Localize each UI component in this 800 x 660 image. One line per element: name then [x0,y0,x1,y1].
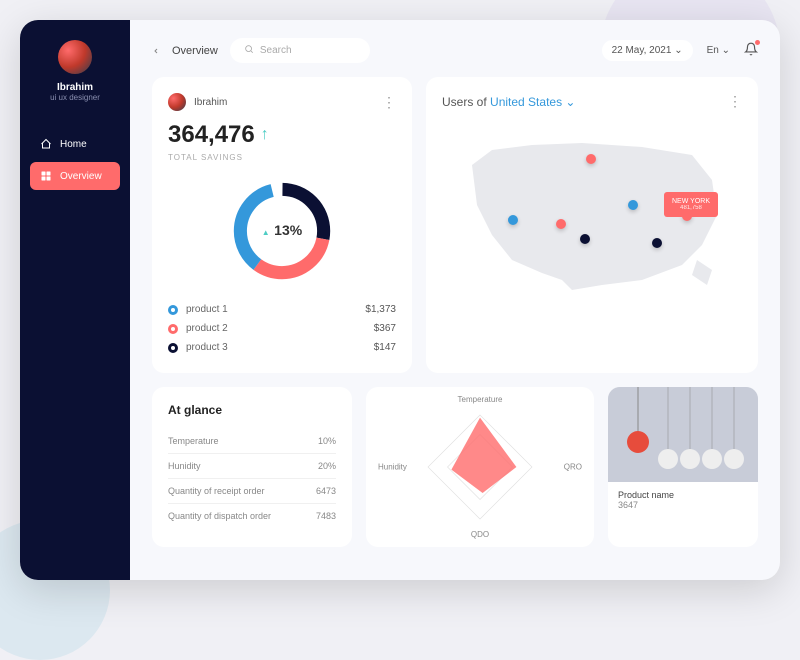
date-picker[interactable]: 22 May, 2021 ⌄ [602,40,693,61]
glance-row: Hunidity 20% [168,454,336,479]
savings-number: 364,476 [168,121,255,149]
nav-label: Overview [60,171,102,182]
glance-row: Temperature 10% [168,429,336,454]
glance-value: 7483 [316,511,336,521]
user-avatar[interactable] [58,40,92,74]
topbar: Overview Search 22 May, 2021 ⌄ En ⌄ [152,38,758,63]
product-dot [168,324,178,334]
product-row: product 3 $147 [168,338,396,357]
map-marker[interactable] [652,238,662,248]
map-prefix: Users of [442,95,487,109]
radar-chart: Temperature Hunidity QRO QDO [382,397,578,537]
glance-row: Quantity of receipt order 6473 [168,479,336,504]
notifications-button[interactable] [744,42,758,59]
lang-text: En [707,45,719,56]
product-name: product 2 [186,323,228,334]
card-header: Ibrahim ⋮ [168,93,396,111]
product-row: product 1 $1,373 [168,300,396,319]
back-button[interactable] [152,44,160,58]
content-grid: Ibrahim ⋮ 364,476 ↑ TOTAL SAVINGS ▲ [152,77,758,373]
chevron-down-icon: ⌄ [674,45,682,56]
product-thumb-card[interactable]: Product name 3647 [608,387,758,547]
product-value: $1,373 [365,304,396,315]
trend-up-icon: ↑ [261,126,269,144]
date-text: 22 May, 2021 [612,45,672,56]
product-value: 3647 [618,500,748,510]
sidebar: Ibrahim ui ux designer Home Overview [20,20,130,580]
chevron-down-icon: ⌄ [722,45,730,56]
product-name: product 1 [186,304,228,315]
glance-card: At glance Temperature 10% Hunidity 20% Q… [152,387,352,547]
product-image [608,387,758,482]
main-content: Overview Search 22 May, 2021 ⌄ En ⌄ [130,20,780,580]
more-button[interactable]: ⋮ [728,93,742,110]
map-tooltip: NEW YORK 481,758 [664,192,718,217]
notification-badge [755,40,760,45]
language-selector[interactable]: En ⌄ [707,45,730,56]
topbar-right: 22 May, 2021 ⌄ En ⌄ [602,40,758,61]
glance-label: Temperature [168,436,219,446]
country-selector[interactable]: United States ⌄ [490,95,575,109]
more-button[interactable]: ⋮ [382,94,396,111]
savings-value: 364,476 ↑ [168,121,396,149]
home-icon [40,138,52,150]
donut-center: ▲ 13% [262,222,302,240]
app-shell: Ibrahim ui ux designer Home Overview Ove… [20,20,780,580]
product-value: $367 [374,323,396,334]
triangle-up-icon: ▲ [262,228,270,237]
country-name: United States [490,95,562,109]
tooltip-title: NEW YORK [672,198,710,205]
tooltip-value: 481,758 [672,205,710,211]
map-title: Users of United States ⌄ [442,95,575,109]
map-marker[interactable] [580,234,590,244]
savings-label: TOTAL SAVINGS [168,153,396,162]
product-name: Product name [618,490,748,500]
glance-title: At glance [168,403,336,417]
card-header: Users of United States ⌄ ⋮ [442,93,742,110]
glance-label: Quantity of receipt order [168,486,265,496]
glance-label: Hunidity [168,461,201,471]
radar-card: Temperature Hunidity QRO QDO [366,387,594,547]
product-meta: Product name 3647 [608,482,758,518]
page-title: Overview [172,45,218,57]
search-input[interactable]: Search [230,38,370,63]
product-dot [168,305,178,315]
map-marker[interactable] [508,215,518,225]
username: Ibrahim [57,82,93,93]
glance-value: 20% [318,461,336,471]
glance-label: Quantity of dispatch order [168,511,271,521]
product-name: product 3 [186,342,228,353]
product-row: product 2 $367 [168,319,396,338]
bottom-row: At glance Temperature 10% Hunidity 20% Q… [152,387,758,547]
product-dot [168,343,178,353]
map-area[interactable]: NEW YORK 481,758 [442,120,742,310]
search-placeholder: Search [260,45,292,56]
map-marker[interactable] [628,200,638,210]
card-avatar [168,93,186,111]
glance-row: Quantity of dispatch order 7483 [168,504,336,528]
nav-item-overview[interactable]: Overview [30,162,120,190]
nav-item-home[interactable]: Home [30,130,120,158]
nav-label: Home [60,139,87,150]
radar-label-right: QRO [564,463,582,472]
glance-value: 10% [318,436,336,446]
product-value: $147 [374,342,396,353]
card-username: Ibrahim [194,97,227,108]
search-icon [244,44,254,57]
glance-value: 6473 [316,486,336,496]
donut-percentage: 13% [274,222,302,238]
map-card: Users of United States ⌄ ⋮ [426,77,758,373]
grid-icon [40,170,52,182]
savings-card: Ibrahim ⋮ 364,476 ↑ TOTAL SAVINGS ▲ [152,77,412,373]
radar-label-bottom: QDO [471,530,489,539]
user-role: ui ux designer [50,93,100,102]
radar-label-top: Temperature [458,395,503,404]
donut-chart: ▲ 13% [168,176,396,286]
radar-label-left: Hunidity [378,463,407,472]
map-marker[interactable] [556,219,566,229]
